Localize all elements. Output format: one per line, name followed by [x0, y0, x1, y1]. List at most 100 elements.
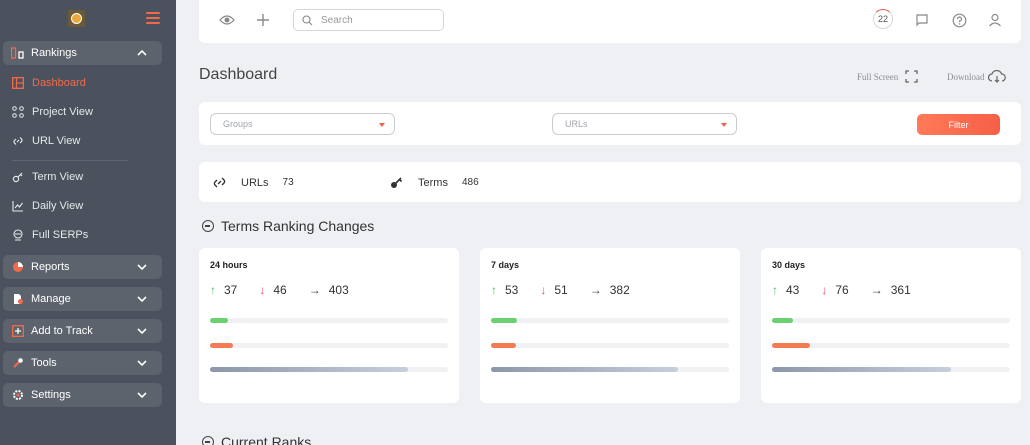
- down-progress-track: [210, 343, 448, 348]
- card-24-hours: 24 hours ↑ 37 ↓ 46 → 403: [199, 248, 459, 403]
- up-progress-fill: [210, 318, 229, 323]
- sidebar-item-full-serps[interactable]: Full SERPs: [12, 225, 88, 245]
- same-progress-fill: [772, 367, 951, 372]
- count-up: ↑ 53: [491, 283, 518, 297]
- count-same-value: 382: [609, 283, 630, 297]
- sidebar-group-label: Settings: [31, 389, 71, 401]
- section-title: Current Ranks: [221, 434, 312, 445]
- arrow-up-icon: ↑: [491, 283, 497, 297]
- chevron-down-icon: [137, 392, 147, 399]
- count-down-value: 76: [835, 283, 849, 297]
- sidebar-group-label: Rankings: [31, 47, 77, 59]
- urls-select-placeholder: URLs: [565, 119, 588, 129]
- up-progress-track: [210, 318, 448, 323]
- sidebar-item-label: Daily View: [32, 200, 84, 212]
- count-down-value: 51: [554, 283, 568, 297]
- search-input[interactable]: [321, 14, 431, 26]
- page-title: Dashboard: [199, 66, 278, 83]
- card-title: 30 days: [772, 260, 806, 270]
- summary-bar: URLs 73 Terms 486: [199, 162, 1021, 202]
- collapse-icon: [202, 220, 214, 232]
- same-progress-track: [491, 367, 729, 372]
- count-up: ↑ 37: [210, 283, 237, 297]
- chevron-down-icon: [137, 264, 147, 271]
- user-icon[interactable]: [986, 11, 1004, 29]
- search-icon: [302, 14, 313, 25]
- sidebar-group-tools[interactable]: Tools: [3, 351, 162, 375]
- cloud-download-icon: [987, 70, 1006, 83]
- count-down: ↓ 46: [259, 283, 286, 297]
- count-up: ↑ 43: [772, 283, 799, 297]
- eye-icon[interactable]: [218, 11, 236, 29]
- sidebar-item-term-view[interactable]: Term View: [12, 167, 83, 187]
- pie-chart-icon: [11, 261, 25, 273]
- card-7-days: 7 days ↑ 53 ↓ 51 → 382: [480, 248, 740, 403]
- terms-label: Terms: [418, 176, 448, 189]
- sidebar-item-label: URL View: [32, 135, 81, 147]
- down-progress-fill: [491, 343, 516, 348]
- card-counts: ↑ 37 ↓ 46 → 403: [210, 283, 371, 297]
- urls-label: URLs: [241, 176, 269, 189]
- sidebar-group-settings[interactable]: Settings: [3, 383, 162, 407]
- dashboard-icon: [12, 77, 24, 89]
- arrow-right-icon: →: [308, 283, 321, 297]
- up-progress-track: [772, 318, 1010, 323]
- expand-icon: [905, 70, 918, 83]
- filter-button[interactable]: Filter: [917, 114, 1000, 135]
- arrow-down-icon: ↓: [821, 283, 828, 297]
- same-progress-fill: [491, 367, 679, 372]
- terms-stat: Terms 486: [389, 175, 479, 190]
- sidebar: Rankings Dashboard Project View URL View…: [0, 0, 176, 445]
- card-30-days: 30 days ↑ 43 ↓ 76 → 361: [761, 248, 1021, 403]
- gear-icon: [11, 389, 25, 401]
- groups-select[interactable]: Groups: [210, 113, 395, 135]
- sidebar-divider: [12, 160, 128, 161]
- link-icon: [12, 135, 24, 147]
- sidebar-group-label: Manage: [31, 293, 71, 305]
- up-progress-fill: [772, 318, 794, 323]
- sidebar-item-dashboard[interactable]: Dashboard: [12, 73, 86, 93]
- key-icon: [12, 171, 24, 183]
- download-button[interactable]: Download: [947, 70, 1006, 83]
- count-up-value: 43: [786, 283, 800, 297]
- logo[interactable]: [68, 10, 85, 27]
- sidebar-group-label: Add to Track: [31, 325, 93, 337]
- arrow-up-icon: ↑: [772, 283, 778, 297]
- sidebar-group-add-to-track[interactable]: Add to Track: [3, 319, 162, 343]
- bar-chart-icon: [11, 47, 25, 59]
- search-box[interactable]: [293, 9, 444, 31]
- current-ranks-header[interactable]: Current Ranks: [202, 434, 311, 445]
- same-progress-fill: [210, 367, 408, 372]
- sidebar-group-manage[interactable]: Manage: [3, 287, 162, 311]
- sidebar-group-label: Tools: [31, 357, 57, 369]
- notification-badge[interactable]: 22: [873, 9, 893, 29]
- serp-icon: [12, 229, 24, 241]
- caret-down-icon: [379, 123, 385, 127]
- card-counts: ↑ 53 ↓ 51 → 382: [491, 283, 652, 297]
- sidebar-item-project-view[interactable]: Project View: [12, 102, 93, 122]
- card-counts: ↑ 43 ↓ 76 → 361: [772, 283, 933, 297]
- arrow-right-icon: →: [589, 283, 602, 297]
- message-icon[interactable]: [913, 11, 931, 29]
- plus-icon[interactable]: [254, 11, 272, 29]
- download-label: Download: [947, 71, 985, 82]
- sidebar-group-rankings[interactable]: Rankings: [3, 41, 162, 65]
- groups-select-placeholder: Groups: [223, 119, 253, 129]
- count-up-value: 37: [224, 283, 238, 297]
- urls-value: 73: [282, 177, 294, 188]
- sidebar-item-daily-view[interactable]: Daily View: [12, 196, 83, 216]
- urls-stat: URLs 73: [212, 175, 294, 190]
- arrow-up-icon: ↑: [210, 283, 216, 297]
- same-progress-track: [772, 367, 1010, 372]
- sidebar-item-url-view[interactable]: URL View: [12, 131, 80, 151]
- key-icon: [391, 177, 403, 188]
- terms-ranking-changes-header[interactable]: Terms Ranking Changes: [202, 218, 374, 234]
- urls-select[interactable]: URLs: [552, 113, 737, 135]
- plus-square-icon: [11, 325, 25, 337]
- help-icon[interactable]: [950, 11, 968, 29]
- hamburger-menu-icon[interactable]: [146, 12, 160, 24]
- sidebar-group-reports[interactable]: Reports: [3, 255, 162, 279]
- down-progress-track: [491, 343, 729, 348]
- full-screen-button[interactable]: Full Screen: [857, 70, 918, 83]
- count-same: → 361: [871, 283, 911, 297]
